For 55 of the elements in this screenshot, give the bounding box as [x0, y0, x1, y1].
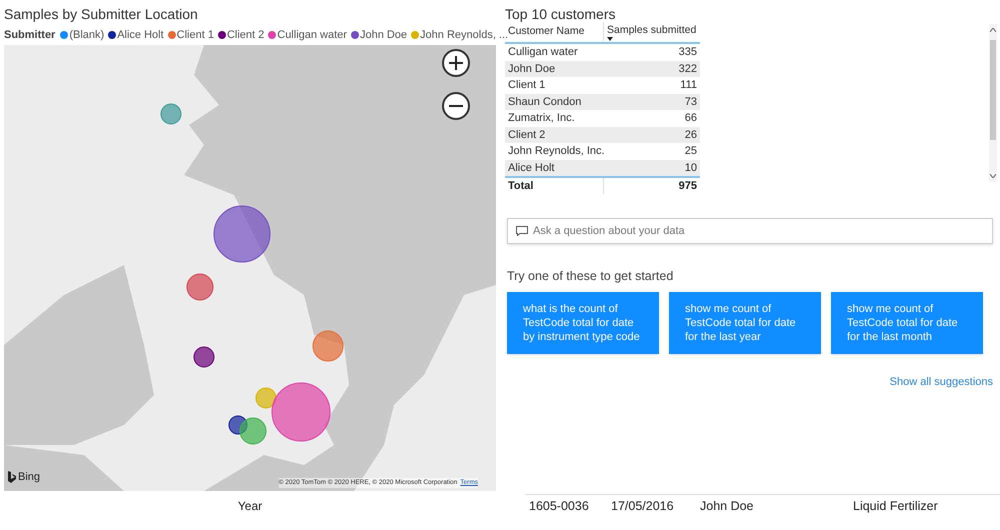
table-cell-text: 10 — [684, 160, 698, 176]
table-cell-text: Alice Holt — [507, 160, 556, 176]
plus-icon — [449, 56, 463, 70]
table-cell-text: John Doe — [700, 498, 755, 516]
legend-label[interactable]: Alice Holt — [117, 26, 164, 44]
table-title: Top 10 customers — [505, 5, 616, 22]
table-cell-text: John Reynolds, Inc. — [507, 144, 603, 159]
table-cell-text: Client 1 — [507, 78, 546, 93]
scroll-up-icon — [990, 28, 996, 32]
bubble-marker[interactable] — [214, 206, 270, 262]
show-all-link[interactable]: Show all suggestions — [890, 374, 993, 390]
prompt-text: Try one of these to get started — [507, 268, 674, 285]
table-cell-text: Zumatrix, Inc. — [507, 111, 576, 126]
legend-label[interactable]: John Doe — [360, 26, 408, 44]
table-cell-text: 73 — [684, 94, 698, 110]
table-cell-text: Culligan water — [507, 45, 579, 60]
table-cell-text: Liquid Fertilizer — [853, 498, 938, 516]
table-cell-text: Client 2 — [507, 128, 546, 142]
bubble-marker[interactable] — [186, 274, 214, 300]
minus-icon — [449, 105, 463, 107]
table-cell-text: 25 — [684, 144, 698, 159]
bubble-marker[interactable] — [312, 330, 344, 362]
chat-icon — [516, 226, 528, 236]
table-cell-text: 322 — [678, 62, 698, 76]
sort-descending-icon — [607, 37, 613, 41]
bing-logo-icon — [8, 470, 16, 483]
legend-label[interactable]: Client 2 — [226, 26, 264, 44]
table-cell-text: 66 — [684, 111, 698, 126]
axis-label: Year — [236, 498, 264, 515]
total-label: Total — [507, 178, 534, 194]
scrollbar[interactable] — [989, 24, 997, 182]
column-header[interactable]: Samples submitted — [607, 24, 696, 37]
bubble-marker[interactable] — [272, 382, 330, 442]
legend-title: Submitter — [4, 28, 56, 43]
table-cell-text: 26 — [684, 128, 698, 142]
bubble-marker[interactable] — [194, 346, 214, 368]
bubble-marker[interactable] — [160, 104, 182, 124]
table-cell-text: 17/05/2016 — [611, 498, 675, 516]
legend-label[interactable]: Culligan water — [277, 26, 347, 44]
table-cell-text: 111 — [679, 78, 698, 93]
bubble-marker[interactable] — [240, 418, 266, 444]
question-field[interactable]: Ask a question about your data — [507, 218, 993, 244]
legend-label[interactable]: John Reynolds, ... — [420, 26, 508, 44]
brand-label: Bing — [18, 470, 40, 484]
table-cell-text: John Doe — [507, 62, 556, 76]
chart-title: Samples by Submitter Location — [4, 5, 199, 24]
bubble-marker[interactable] — [256, 388, 276, 408]
legend-label[interactable]: Client 1 — [176, 26, 214, 44]
total-value: 975 — [603, 178, 700, 194]
scroll-thumb[interactable] — [990, 40, 996, 140]
table-cell-text: Shaun Condon — [507, 94, 582, 110]
scroll-down-icon — [990, 174, 996, 178]
table-cell-text: 1605-0036 — [528, 498, 590, 516]
legend-label[interactable]: (Blank) — [69, 26, 104, 44]
table-cell-text: 335 — [678, 45, 698, 60]
